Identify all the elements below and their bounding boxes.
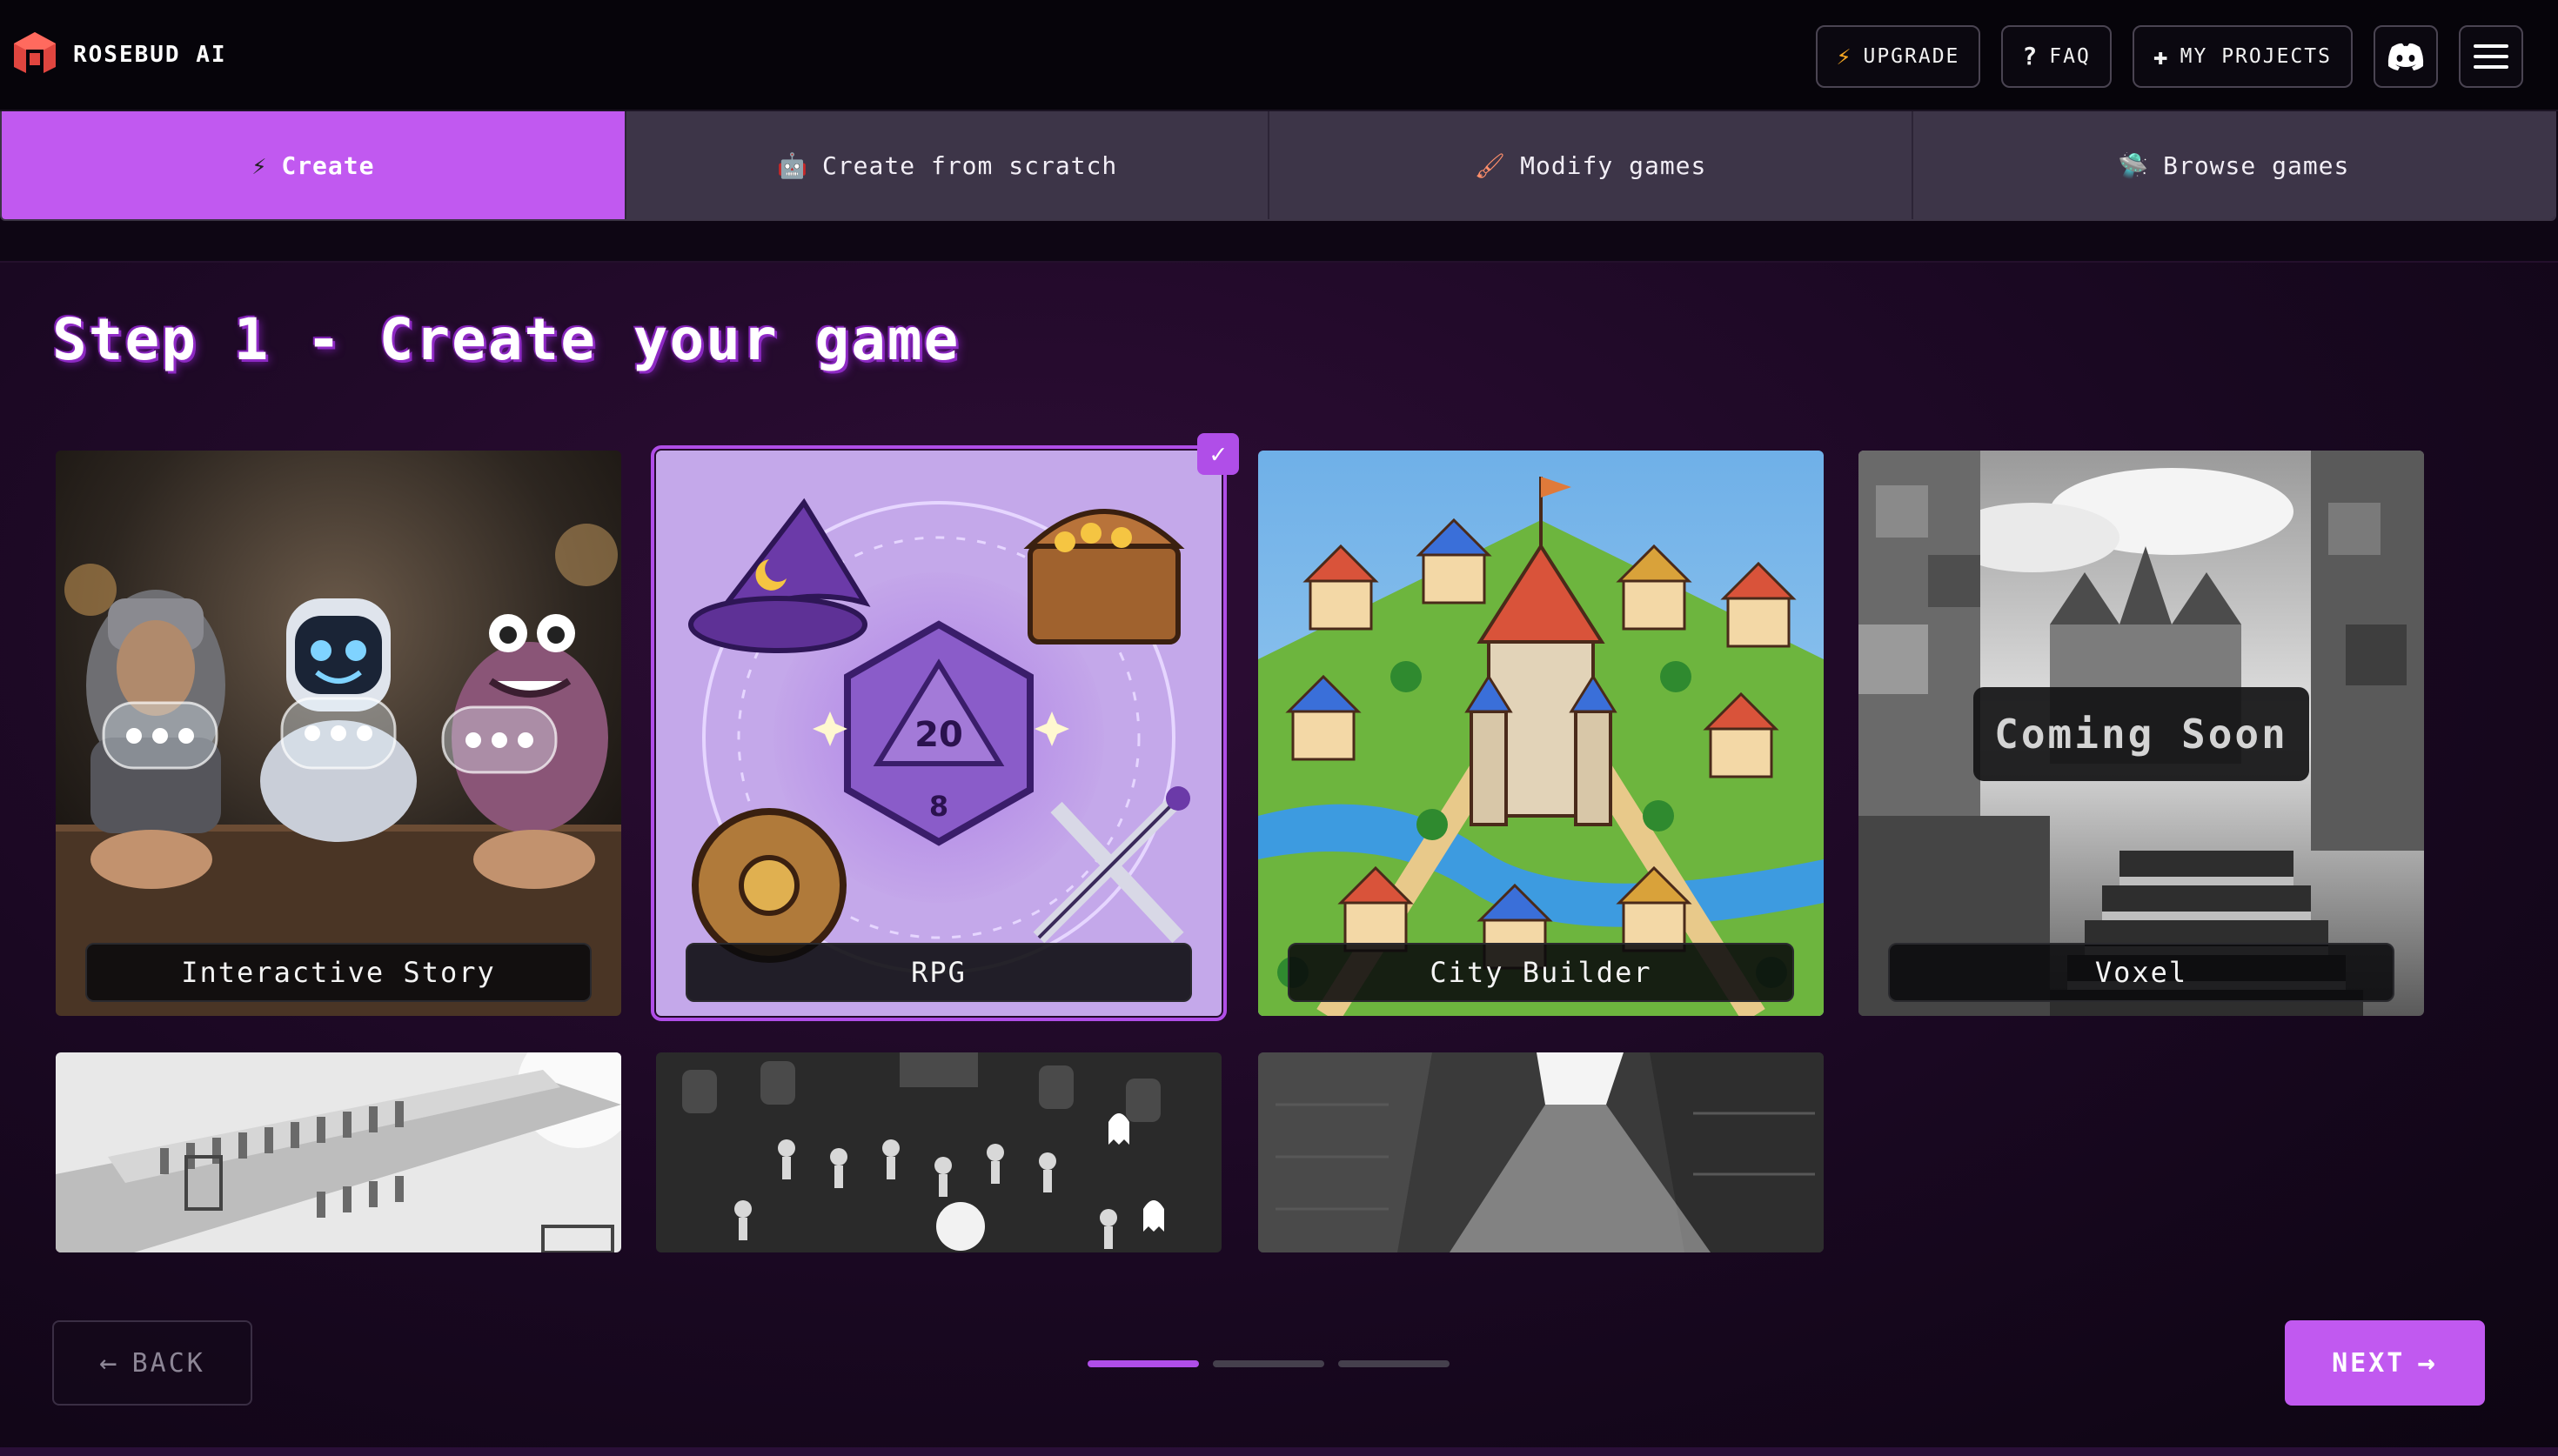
arrow-left-icon: ← [99,1346,120,1380]
top-actions: ⚡ UPGRADE ? FAQ ✚ MY PROJECTS [1815,25,2523,88]
discord-icon [2387,43,2424,70]
faq-label: FAQ [2049,45,2091,68]
rosebud-logo-icon [14,32,56,77]
card-label: Interactive Story [85,943,592,1002]
tab-label: Create [281,150,375,180]
faq-button[interactable]: ? FAQ [2001,25,2112,88]
lightning-icon: ⚡ [251,150,268,180]
upgrade-label: UPGRADE [1863,45,1960,68]
step-indicator [1088,1360,1450,1367]
game-card-voxel[interactable]: Coming Soon Voxel [1858,451,2424,1016]
menu-button[interactable] [2459,25,2523,88]
brand[interactable]: ROSEBUD AI [10,30,227,79]
my-projects-label: MY PROJECTS [2180,45,2332,68]
mode-tabs: ⚡ Create 🤖 Create from scratch 🖌 Modify … [0,111,2556,221]
game-card-rpg[interactable]: 20 8 RPG [651,445,1227,1021]
next-button[interactable]: NEXT → [2285,1320,2485,1406]
rpg-image: 20 8 [656,451,1222,1016]
arrow-right-icon: → [2417,1346,2438,1380]
tab-modify-games[interactable]: 🖌 Modify games [1269,111,1913,219]
back-button[interactable]: ← BACK [52,1320,252,1406]
selected-check-icon: ✓ [1197,433,1239,475]
game-card-dungeon[interactable] [1258,1052,1824,1252]
city-builder-image [1258,451,1824,1016]
tab-browse-games[interactable]: 🛸 Browse games [1912,111,2555,219]
game-card-runner[interactable] [56,1052,621,1252]
tab-label: Modify games [1520,150,1707,180]
game-card-city-builder[interactable]: City Builder [1258,451,1824,1016]
next-label: NEXT [2332,1347,2406,1379]
svg-text:20: 20 [914,715,963,755]
tab-create[interactable]: ⚡ Create [2,111,626,219]
lightning-icon: ⚡ [1836,42,1853,70]
dungeon-image [1258,1052,1824,1252]
tab-create-from-scratch[interactable]: 🤖 Create from scratch [626,111,1270,219]
brand-name: ROSEBUD AI [73,42,227,68]
step-dot [1088,1360,1199,1367]
game-card-interactive-story[interactable]: Interactive Story [56,451,621,1016]
svg-text:8: 8 [929,790,948,823]
game-card-undead-horde[interactable] [656,1052,1222,1252]
paintbrush-icon: 🖌 [1474,150,1507,180]
ufo-icon: 🛸 [2118,150,2150,180]
my-projects-button[interactable]: ✚ MY PROJECTS [2132,25,2353,88]
upgrade-button[interactable]: ⚡ UPGRADE [1815,25,1981,88]
card-label: Voxel [1888,943,2394,1002]
top-navigation-bar: ROSEBUD AI ⚡ UPGRADE ? FAQ ✚ MY PROJECTS [0,0,2558,111]
coming-soon-badge: Coming Soon [1973,687,2309,781]
question-icon: ? [2022,42,2039,70]
runner-image [56,1052,621,1252]
robot-icon: 🤖 [777,150,808,180]
sparkle-plus-icon: ✚ [2153,42,2170,70]
step-dot [1213,1360,1324,1367]
undead-horde-image [656,1052,1222,1252]
tab-label: Browse games [2163,150,2350,180]
step-dot [1338,1360,1450,1367]
discord-button[interactable] [2374,25,2438,88]
hamburger-menu-icon [2474,44,2508,69]
tab-label: Create from scratch [821,150,1118,180]
back-label: BACK [131,1347,205,1379]
interactive-story-image [56,451,621,1016]
bottom-border [0,1447,2558,1456]
card-label: RPG [686,943,1192,1002]
card-label: City Builder [1288,943,1794,1002]
page-title: Step 1 - Create your game [52,306,961,373]
